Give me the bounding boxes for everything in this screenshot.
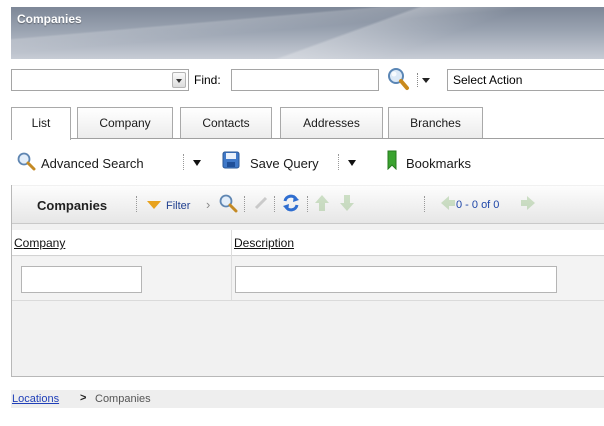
find-label: Find: [194,73,221,87]
grid-separator [307,196,309,212]
company-filter-input[interactable] [21,266,142,293]
save-query-button[interactable]: Save Query [250,156,319,171]
floppy-disk-icon[interactable] [222,151,240,169]
tab-addresses[interactable]: Addresses [280,107,383,138]
action-dropdown-arrow-icon[interactable] [422,78,430,83]
find-input[interactable] [231,69,379,91]
action-separator [417,73,419,87]
search-field-combo[interactable] [11,69,189,91]
breadcrumb-current: Companies [95,393,151,405]
description-filter-input[interactable] [235,266,557,293]
edit-pencil-icon[interactable] [254,196,268,210]
advanced-search-dropdown-icon[interactable] [193,160,201,166]
grid-separator [424,196,426,212]
select-action-dropdown[interactable]: Select Action [447,69,604,91]
filter-button[interactable]: Filter [166,200,190,212]
tab-strip-line [11,138,604,139]
combo-dropdown-button[interactable] [172,72,186,88]
next-page-arrow-icon[interactable] [520,195,536,211]
grid-separator [244,196,246,212]
bookmark-icon[interactable] [387,150,397,170]
page-title-bar: Companies [11,7,604,59]
grid-separator [136,196,138,212]
find-search-icon[interactable] [386,66,410,92]
tab-list[interactable]: List [11,107,71,140]
move-up-arrow-icon[interactable] [314,194,330,212]
breadcrumb-separator: > [80,392,87,404]
bookmarks-button[interactable]: Bookmarks [406,156,471,171]
previous-page-arrow-icon[interactable] [440,195,456,211]
grid-separator [274,196,276,212]
save-query-dropdown-icon[interactable] [348,160,356,166]
filter-icon[interactable] [147,201,161,209]
magnifier-icon[interactable] [16,151,36,171]
chevron-right-icon: › [206,197,211,212]
refresh-icon[interactable] [281,193,301,213]
column-header-company[interactable]: Company [14,236,65,250]
column-header-description[interactable]: Description [234,236,294,250]
column-separator [231,230,232,300]
grid-search-icon[interactable] [218,193,238,213]
tab-branches[interactable]: Branches [388,107,483,138]
tab-contacts[interactable]: Contacts [180,107,272,138]
breadcrumb-link-locations[interactable]: Locations [12,393,59,405]
grid-title: Companies [37,198,108,213]
toolbar-separator [338,154,340,170]
toolbar-separator [183,154,185,170]
grid-header-row [12,230,604,256]
page-count: 0 - 0 of 0 [456,199,500,211]
select-action-label: Select Action [453,73,523,87]
tab-company[interactable]: Company [77,107,173,138]
page-title: Companies [17,12,82,26]
move-down-arrow-icon[interactable] [339,194,355,212]
advanced-search-button[interactable]: Advanced Search [41,156,144,171]
